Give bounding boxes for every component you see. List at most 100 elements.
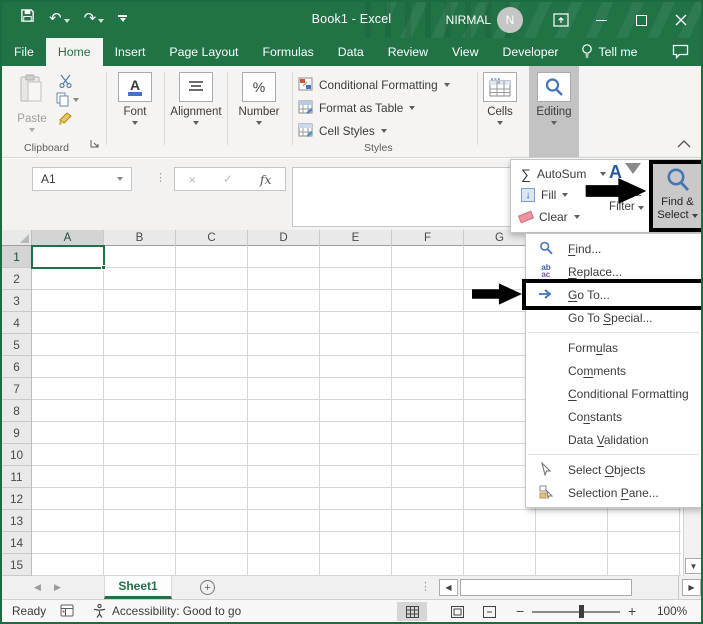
tab-data[interactable]: Data — [326, 38, 376, 66]
font-label: Font — [123, 106, 147, 118]
tab-file[interactable]: File — [2, 38, 46, 66]
normal-view-button[interactable] — [397, 602, 427, 621]
row-header-4[interactable]: 4 — [2, 312, 31, 334]
tab-page-layout[interactable]: Page Layout — [157, 38, 250, 66]
menu-item-go-to-special[interactable]: Go To Special... — [526, 306, 701, 329]
tab-scrollbar-splitter[interactable]: ⋮ — [420, 580, 431, 593]
format-painter-button[interactable] — [58, 111, 73, 131]
clear-button[interactable]: Clear — [518, 210, 580, 224]
sheet-nav-left-icon[interactable]: ◀ — [34, 582, 41, 593]
maximize-button[interactable] — [621, 2, 661, 38]
menu-item-constants[interactable]: Constants — [526, 405, 701, 428]
scroll-down-icon[interactable]: ▼ — [685, 558, 701, 574]
cells-group-button[interactable]: Cells — [474, 72, 526, 125]
new-sheet-button[interactable]: + — [200, 580, 215, 595]
sheet-tab-sheet1[interactable]: Sheet1 — [104, 576, 172, 599]
tab-review[interactable]: Review — [376, 38, 440, 66]
zoom-slider-handle[interactable] — [579, 605, 584, 618]
select-all-corner[interactable] — [2, 230, 32, 246]
zoom-in-button[interactable]: + — [628, 603, 636, 619]
number-group-button[interactable]: % Number — [232, 72, 286, 125]
alignment-group-button[interactable]: Alignment — [165, 72, 227, 125]
row-header-13[interactable]: 13 — [2, 510, 31, 532]
row-header-7[interactable]: 7 — [2, 378, 31, 400]
number-label: Number — [238, 106, 280, 118]
copy-button[interactable] — [56, 92, 79, 107]
clipboard-dialog-launcher-icon[interactable] — [90, 135, 99, 153]
find-select-button[interactable]: Find & Select — [649, 160, 701, 232]
menu-item-go-to[interactable]: Go To... — [526, 283, 701, 306]
name-box[interactable]: A1 — [32, 167, 132, 191]
column-header-c[interactable]: C — [176, 230, 248, 246]
menu-item-select-objects[interactable]: Select Objects — [526, 458, 701, 481]
row-header-6[interactable]: 6 — [2, 356, 31, 378]
close-button[interactable] — [661, 2, 701, 38]
menu-item-comments[interactable]: Comments — [526, 359, 701, 382]
hscroll-right-icon[interactable]: ▶ — [682, 579, 701, 596]
minimize-button[interactable] — [581, 2, 621, 38]
chevron-down-icon — [573, 215, 580, 219]
row-header-1[interactable]: 1 — [2, 246, 31, 268]
column-header-a[interactable]: A — [32, 230, 104, 246]
paste-label: Paste — [17, 113, 47, 125]
row-header-10[interactable]: 10 — [2, 444, 31, 466]
menu-item-label: Select Objects — [568, 462, 646, 477]
row-header-11[interactable]: 11 — [2, 466, 31, 488]
enter-icon[interactable]: ✓ — [223, 172, 233, 186]
format-as-table-button[interactable]: Format as Table — [298, 97, 416, 119]
fill-handle[interactable] — [101, 265, 106, 270]
page-break-preview-button[interactable] — [474, 602, 504, 621]
horizontal-scrollbar-thumb[interactable] — [460, 579, 632, 596]
row-header-8[interactable]: 8 — [2, 400, 31, 422]
row-header-14[interactable]: 14 — [2, 532, 31, 554]
zoom-out-button[interactable]: − — [516, 603, 524, 619]
cancel-icon[interactable]: × — [188, 172, 196, 187]
column-header-b[interactable]: B — [104, 230, 176, 246]
page-layout-view-button[interactable] — [442, 602, 472, 621]
paste-button[interactable]: Paste — [10, 72, 54, 132]
menu-item-formulas[interactable]: Formulas — [526, 336, 701, 359]
macro-record-icon[interactable] — [60, 604, 74, 620]
row-header-5[interactable]: 5 — [2, 334, 31, 356]
row-header-12[interactable]: 12 — [2, 488, 31, 510]
menu-item-selection-pane[interactable]: Selection Pane... — [526, 481, 701, 504]
tab-developer[interactable]: Developer — [490, 38, 570, 66]
menu-item-replace[interactable]: ab ac Replace... — [526, 260, 701, 283]
menu-item-conditional-formatting[interactable]: Conditional Formatting — [526, 382, 701, 405]
cut-button[interactable] — [58, 74, 73, 93]
font-group-button[interactable]: A Font — [108, 72, 162, 125]
user-name: NIRMAL — [445, 13, 491, 27]
accessibility-icon[interactable] — [92, 603, 107, 621]
tab-view[interactable]: View — [440, 38, 490, 66]
ribbon-display-options-button[interactable] — [541, 2, 581, 38]
row-headers: 1 2 3 4 5 6 7 8 9 10 11 12 13 14 15 — [2, 246, 32, 576]
row-header-15[interactable]: 15 — [2, 554, 31, 576]
selected-cell-a1[interactable] — [31, 245, 106, 270]
conditional-formatting-button[interactable]: Conditional Formatting — [298, 74, 450, 96]
sheet-tab-bar: ◀ ▶ Sheet1 + ⋮ ◀ ▶ — [2, 576, 701, 599]
menu-item-data-validation[interactable]: Data Validation — [526, 428, 701, 451]
row-header-3[interactable]: 3 — [2, 290, 31, 312]
editing-group-button[interactable]: Editing — [529, 66, 579, 157]
column-header-f[interactable]: F — [392, 230, 464, 246]
column-header-d[interactable]: D — [248, 230, 320, 246]
tab-home[interactable]: Home — [45, 38, 103, 66]
hscroll-left-icon[interactable]: ◀ — [439, 579, 458, 596]
collapse-ribbon-button[interactable] — [677, 135, 691, 153]
tab-insert[interactable]: Insert — [103, 38, 158, 66]
cell-styles-button[interactable]: Cell Styles — [298, 120, 387, 142]
find-select-label-1: Find & — [661, 196, 694, 208]
formula-bar-resize-handle[interactable]: ⋮ — [155, 171, 166, 184]
zoom-slider-track[interactable] — [532, 611, 620, 613]
tell-me-box[interactable]: Tell me — [571, 38, 648, 66]
avatar[interactable]: N — [497, 7, 523, 33]
tab-formulas[interactable]: Formulas — [250, 38, 325, 66]
menu-item-find[interactable]: Find... — [526, 237, 701, 260]
column-header-e[interactable]: E — [320, 230, 392, 246]
fill-button[interactable]: ↓ Fill — [521, 188, 569, 202]
row-header-9[interactable]: 9 — [2, 422, 31, 444]
insert-function-icon[interactable]: fx — [260, 172, 272, 187]
feedback-icon[interactable] — [672, 44, 689, 64]
row-header-2[interactable]: 2 — [2, 268, 31, 290]
sheet-nav-right-icon[interactable]: ▶ — [54, 582, 61, 593]
